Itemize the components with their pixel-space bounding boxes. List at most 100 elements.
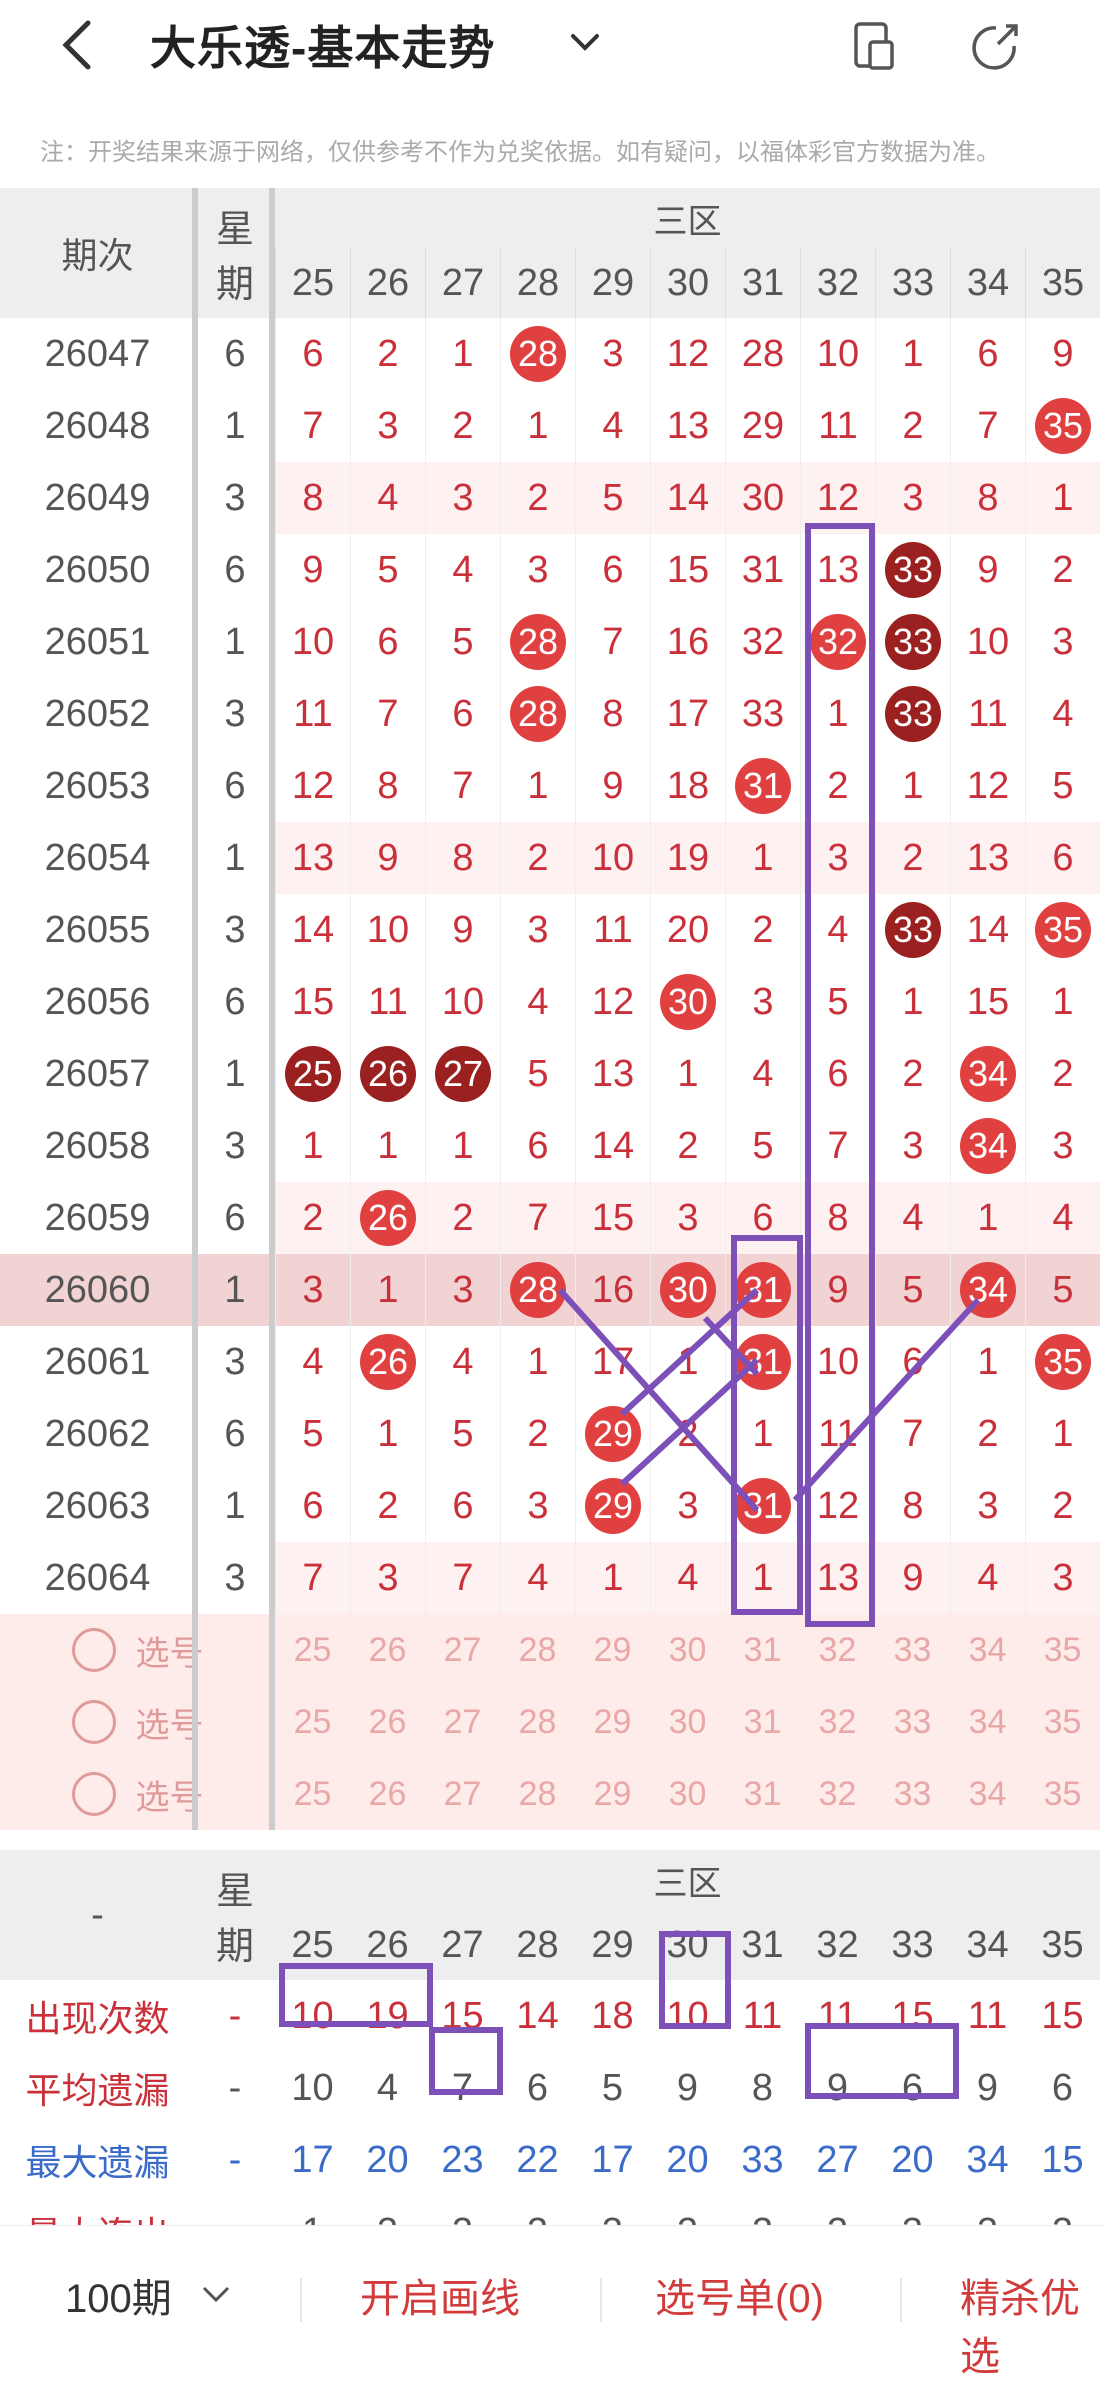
pick-number[interactable]: 28 [500,1614,575,1686]
pick-number[interactable]: 28 [500,1758,575,1830]
trend-cell: 8 [425,822,500,894]
pick-number[interactable]: 34 [950,1686,1025,1758]
stat-value: 10 [275,2052,350,2124]
back-icon[interactable] [50,15,110,75]
pick-number[interactable]: 26 [350,1686,425,1758]
period-cell: 26058 [0,1110,195,1182]
radio-icon[interactable] [71,1700,116,1744]
pick-number[interactable]: 33 [875,1758,950,1830]
pick-row-label[interactable]: 选号 [0,1686,275,1758]
refine-button[interactable]: 精杀优选 [960,2266,1105,2382]
trend-cell: 1 [350,1398,425,1470]
pick-number[interactable]: 27 [425,1686,500,1758]
pick-number[interactable]: 30 [650,1686,725,1758]
trend-cell: 2 [350,1470,425,1542]
trend-cell: 2 [950,1398,1025,1470]
pick-number[interactable]: 35 [1025,1758,1100,1830]
page-title: 大乐透-基本走势 [150,22,496,74]
number-header-30: 30 [650,1910,725,1980]
pick-number[interactable]: 27 [425,1758,500,1830]
pick-number[interactable]: 31 [725,1758,800,1830]
trend-cell: 4 [725,1038,800,1110]
pick-number[interactable]: 32 [800,1758,875,1830]
pick-number[interactable]: 28 [500,1686,575,1758]
trend-cell: 14 [650,462,725,534]
period-column-header[interactable]: 期次 [0,188,195,318]
pick-number[interactable]: 25 [275,1758,350,1830]
draw-ball: 28 [510,1262,566,1318]
pick-number[interactable]: 30 [650,1614,725,1686]
chevron-down-icon[interactable] [565,22,605,62]
week-cell: 1 [195,390,275,462]
trend-cell: 7 [425,750,500,822]
pick-number[interactable]: 32 [800,1614,875,1686]
trend-cell: 1 [950,1326,1025,1398]
share-icon[interactable] [968,18,1024,74]
trend-cell: 3 [500,1470,575,1542]
pick-number[interactable]: 31 [725,1686,800,1758]
pick-number[interactable]: 25 [275,1614,350,1686]
stat-week: - [195,1980,275,2052]
device-toggle-icon[interactable] [848,18,904,74]
pick-row-label[interactable]: 选号 [0,1758,275,1830]
pick-number[interactable]: 26 [350,1758,425,1830]
stat-value: 4 [350,2052,425,2124]
period-select[interactable]: 100期 [65,2266,172,2324]
trend-cell: 6 [950,318,1025,390]
pick-number[interactable]: 26 [350,1614,425,1686]
trend-cell: 31 [725,750,800,822]
trend-cell: 6 [425,1470,500,1542]
draw-ball: 28 [510,686,566,742]
pick-number[interactable]: 32 [800,1686,875,1758]
trend-cell: 13 [275,822,350,894]
pick-number[interactable]: 34 [950,1758,1025,1830]
trend-cell: 15 [275,966,350,1038]
week-cell: 3 [195,678,275,750]
pick-number[interactable]: 25 [275,1686,350,1758]
trend-cell: 9 [350,822,425,894]
radio-icon[interactable] [71,1772,116,1816]
pick-number[interactable]: 29 [575,1614,650,1686]
stat-value: 17 [275,2124,350,2196]
trend-cell: 4 [500,1542,575,1614]
trend-cell: 34 [950,1254,1025,1326]
pick-number[interactable]: 31 [725,1614,800,1686]
trend-cell: 15 [575,1182,650,1254]
pick-number[interactable]: 29 [575,1758,650,1830]
pick-number[interactable]: 33 [875,1614,950,1686]
draw-line-button[interactable]: 开启画线 [360,2266,520,2324]
trend-cell: 3 [1025,1110,1100,1182]
week-cell: 6 [195,1182,275,1254]
trend-cell: 8 [275,462,350,534]
pick-number[interactable]: 33 [875,1686,950,1758]
pick-number[interactable]: 30 [650,1758,725,1830]
pick-number[interactable]: 35 [1025,1686,1100,1758]
radio-icon[interactable] [71,1628,116,1672]
trend-cell: 25 [275,1038,350,1110]
trend-cell: 6 [725,1182,800,1254]
trend-cell: 1 [500,750,575,822]
stat-value: 34 [950,2124,1025,2196]
trend-cell: 33 [875,606,950,678]
stat-value: 19 [350,1980,425,2052]
trend-cell: 12 [950,750,1025,822]
draw-ball: 29 [585,1478,641,1534]
trend-cell: 4 [800,894,875,966]
trend-cell: 17 [575,1326,650,1398]
trend-cell: 3 [500,894,575,966]
draw-ball: 33 [885,542,941,598]
pick-row-label[interactable]: 选号 [0,1614,275,1686]
trend-cell: 33 [875,534,950,606]
pick-number[interactable]: 27 [425,1614,500,1686]
week-cell: 1 [195,1038,275,1110]
pick-number[interactable]: 29 [575,1686,650,1758]
stat-value: 18 [575,1980,650,2052]
trend-cell: 1 [500,390,575,462]
trend-cell: 3 [1025,606,1100,678]
pick-list-button[interactable]: 选号单(0) [655,2266,824,2324]
pick-number[interactable]: 35 [1025,1614,1100,1686]
pick-number[interactable]: 34 [950,1614,1025,1686]
trend-cell: 2 [800,750,875,822]
period-cell: 26053 [0,750,195,822]
trend-cell: 5 [800,966,875,1038]
